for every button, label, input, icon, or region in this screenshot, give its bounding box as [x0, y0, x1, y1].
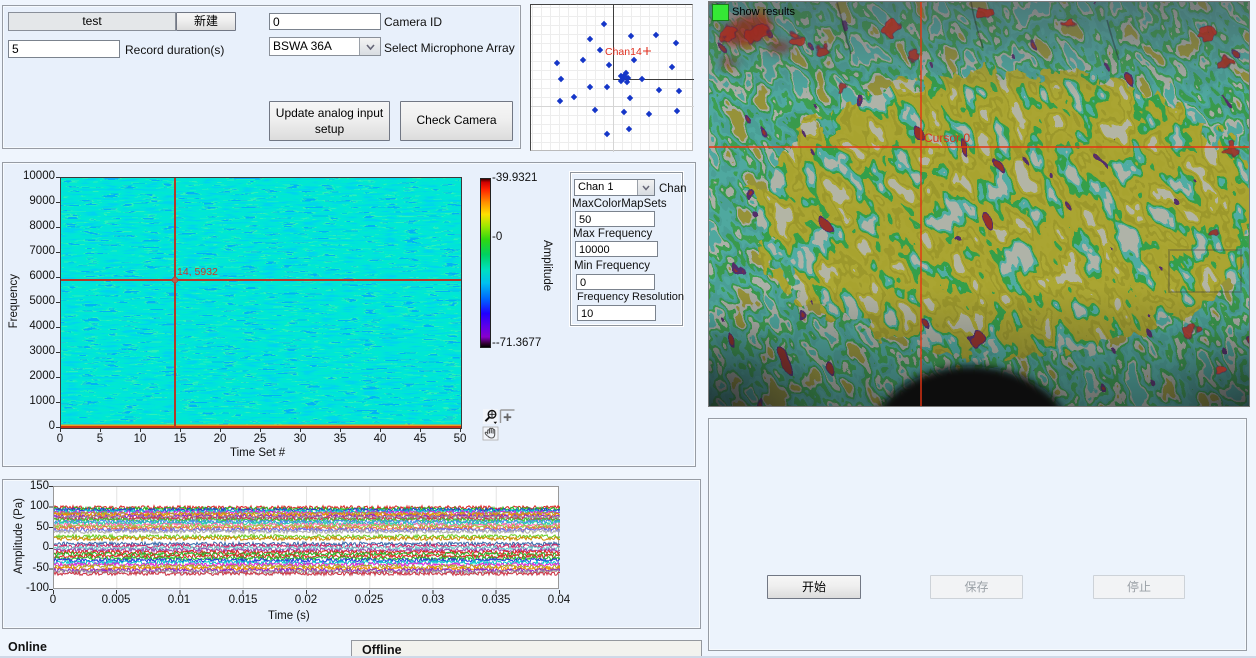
svg-text:Cursor 0: Cursor 0: [924, 131, 970, 145]
